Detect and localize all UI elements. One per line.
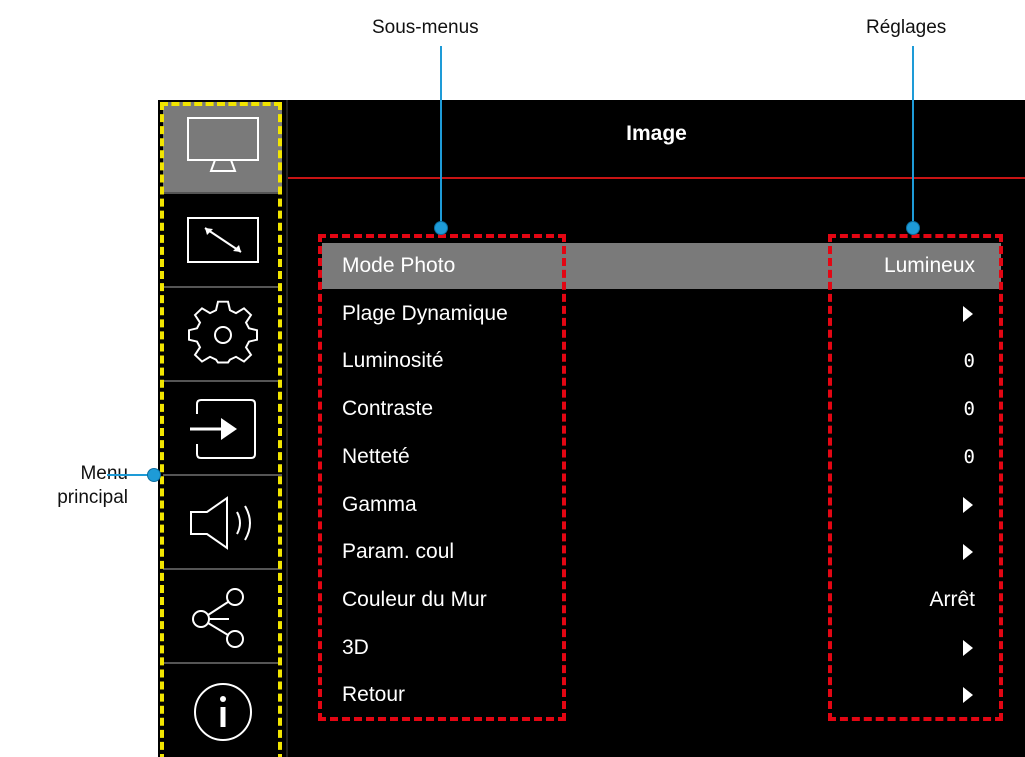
sidebar-item-input[interactable]: [163, 384, 282, 476]
main-menu-callout-line2: principal: [57, 487, 128, 508]
menu-row-label: Contraste: [342, 397, 434, 421]
monitor-icon: [186, 117, 259, 172]
main-menu-callout-label: Menu principal: [10, 462, 128, 510]
menu-row-label: Netteté: [342, 444, 410, 468]
menu-row-value: Arrêt: [929, 587, 975, 611]
menu-row-value: Lumineux: [883, 254, 975, 277]
sidebar-item-setup[interactable]: [163, 290, 282, 382]
submenu-arrow-icon: [963, 639, 973, 656]
submenu-arrow-icon: [963, 305, 973, 322]
submenu-arrow-icon: [963, 687, 973, 704]
input-icon: [189, 399, 256, 459]
osd-screen: Image Mode Photo Lumineux Plage Dynamique L…: [158, 100, 1025, 757]
sidebar-item-display[interactable]: [163, 196, 282, 288]
menu-row-value: 0: [963, 350, 975, 373]
menu-row-label: Mode Photo: [342, 254, 456, 277]
title-divider: [288, 177, 1025, 179]
menu-row[interactable]: Couleur du Mur Arrêt: [322, 577, 1001, 623]
settings-callout-label: Réglages: [866, 17, 947, 38]
settings-callout-dot: [907, 222, 919, 234]
menu-row[interactable]: Retour: [322, 672, 1001, 718]
menu-row-label: Param. coul: [342, 540, 455, 564]
menu-row[interactable]: Contraste 0: [322, 386, 1001, 432]
sidebar-divider: [286, 100, 288, 757]
submenus-callout-dot: [435, 222, 447, 234]
menu-row-label: Couleur du Mur: [342, 587, 487, 611]
submenus-callout-label: Sous-menus: [372, 17, 479, 38]
menu-row-label: Luminosité: [342, 349, 444, 373]
menu-row[interactable]: Netteté 0: [322, 434, 1001, 480]
info-icon: [193, 683, 252, 741]
menu-row-label: Gamma: [342, 492, 417, 516]
submenu-arrow-icon: [963, 544, 973, 561]
submenus-callout-line: [440, 46, 442, 228]
menu-row-value: 0: [963, 445, 975, 468]
menu-row[interactable]: Mode Photo Lumineux: [322, 243, 1001, 289]
menu-row[interactable]: 3D: [322, 625, 1001, 671]
sidebar-item-network[interactable]: [163, 572, 282, 664]
gear-icon: [187, 300, 258, 364]
network-icon: [191, 588, 244, 648]
menu-row-label: 3D: [342, 635, 369, 659]
settings-callout-line: [912, 46, 914, 228]
page-title: Image: [626, 122, 687, 145]
menu-row[interactable]: Luminosité 0: [322, 338, 1001, 384]
main-menu-sidebar: [158, 100, 286, 757]
menu-row[interactable]: Gamma: [322, 482, 1001, 528]
menu-row[interactable]: Param. coul: [322, 529, 1001, 575]
sidebar-item-image[interactable]: [163, 102, 282, 194]
main-menu-callout-dot: [148, 469, 160, 481]
speaker-icon: [189, 496, 251, 550]
resize-icon: [186, 217, 259, 263]
sidebar-item-audio[interactable]: [163, 478, 282, 570]
menu-row-label: Retour: [342, 683, 406, 707]
menu-row-value: 0: [963, 398, 975, 421]
sidebar-item-info[interactable]: [163, 666, 282, 757]
submenu-arrow-icon: [963, 496, 973, 513]
menu-row[interactable]: Plage Dynamique: [322, 291, 1001, 337]
menu-row-label: Plage Dynamique: [342, 301, 508, 325]
